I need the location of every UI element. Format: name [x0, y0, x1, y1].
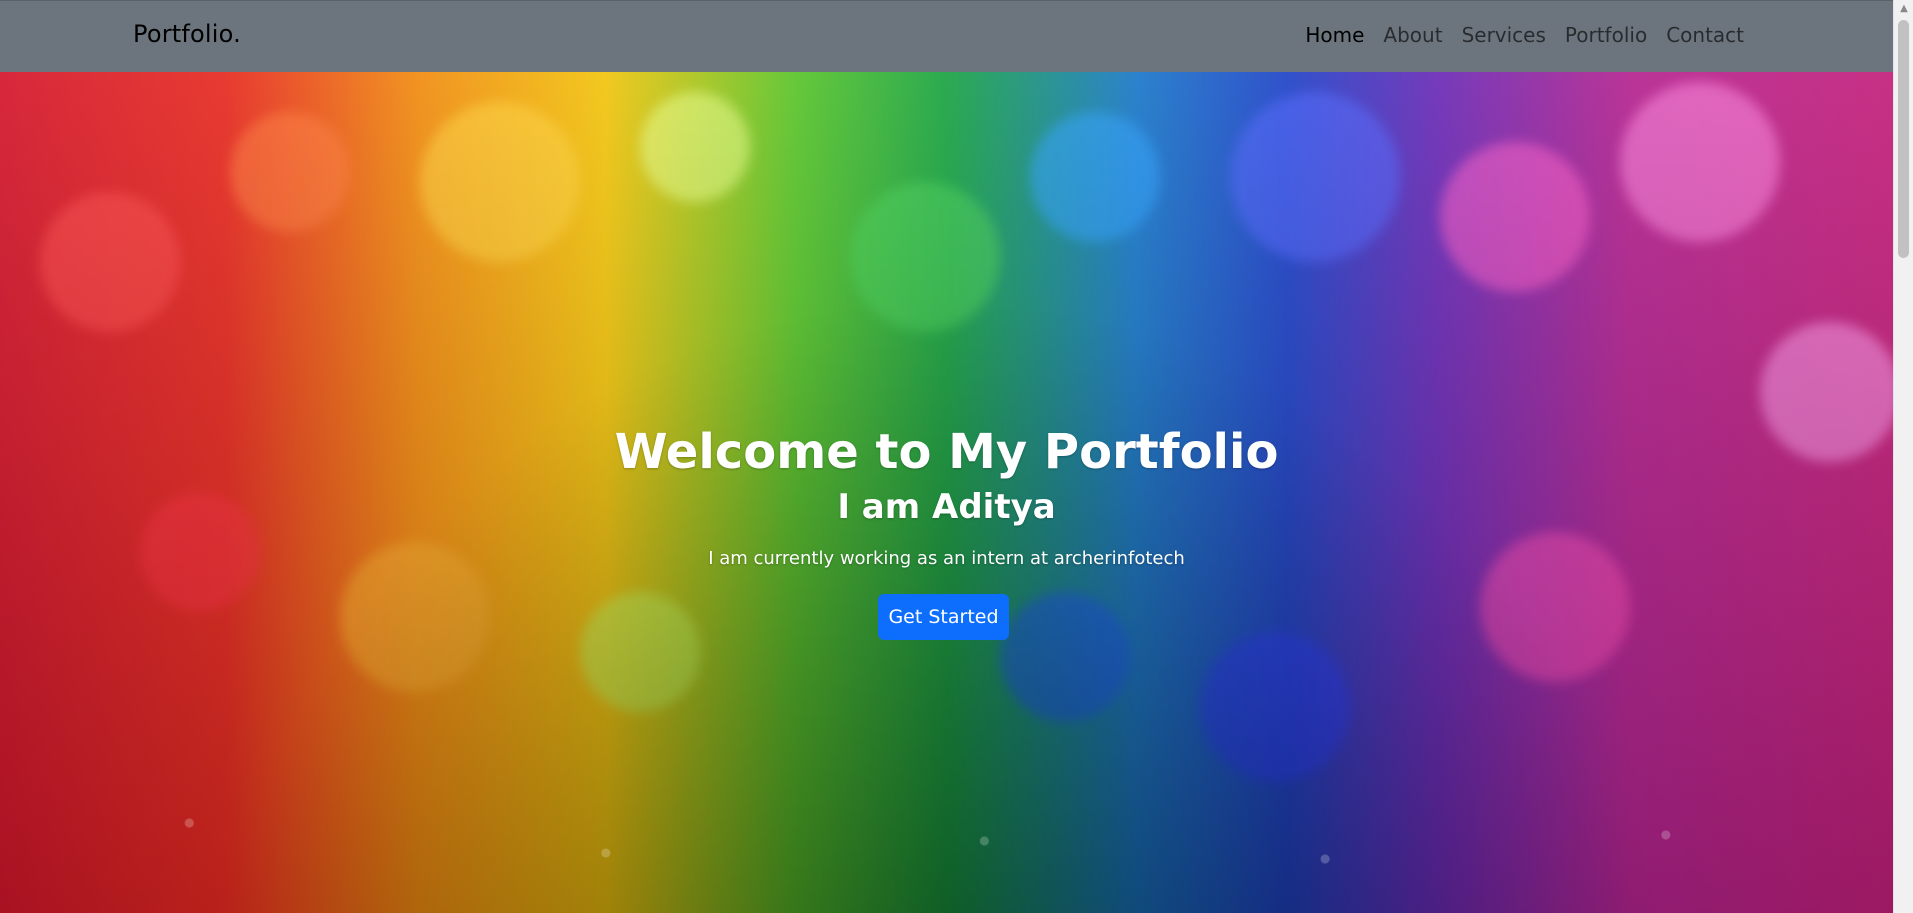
scroll-up-arrow-icon[interactable]: ▲ [1894, 0, 1913, 17]
get-started-button[interactable]: Get Started [878, 594, 1009, 640]
brand-logo[interactable]: Portfolio. [133, 20, 241, 48]
navbar: Portfolio. Home About Services Portfolio… [0, 0, 1893, 72]
nav-link-home[interactable]: Home [1305, 23, 1364, 47]
hero-description: I am currently working as an intern at a… [708, 548, 1185, 569]
nav-link-portfolio[interactable]: Portfolio [1565, 23, 1647, 47]
nav-link-contact[interactable]: Contact [1666, 23, 1744, 47]
hero-content: Welcome to My Portfolio I am Aditya I am… [0, 72, 1893, 913]
browser-viewport: Portfolio. Home About Services Portfolio… [0, 0, 1893, 913]
hero-title: Welcome to My Portfolio [614, 424, 1279, 480]
nav-link-about[interactable]: About [1383, 23, 1442, 47]
scroll-thumb[interactable] [1898, 20, 1909, 258]
nav-links: Home About Services Portfolio Contact [1305, 23, 1744, 47]
nav-link-services[interactable]: Services [1462, 23, 1546, 47]
hero-section: Welcome to My Portfolio I am Aditya I am… [0, 72, 1893, 913]
hero-subtitle: I am Aditya [837, 487, 1056, 527]
vertical-scrollbar[interactable]: ▲ [1893, 0, 1913, 913]
